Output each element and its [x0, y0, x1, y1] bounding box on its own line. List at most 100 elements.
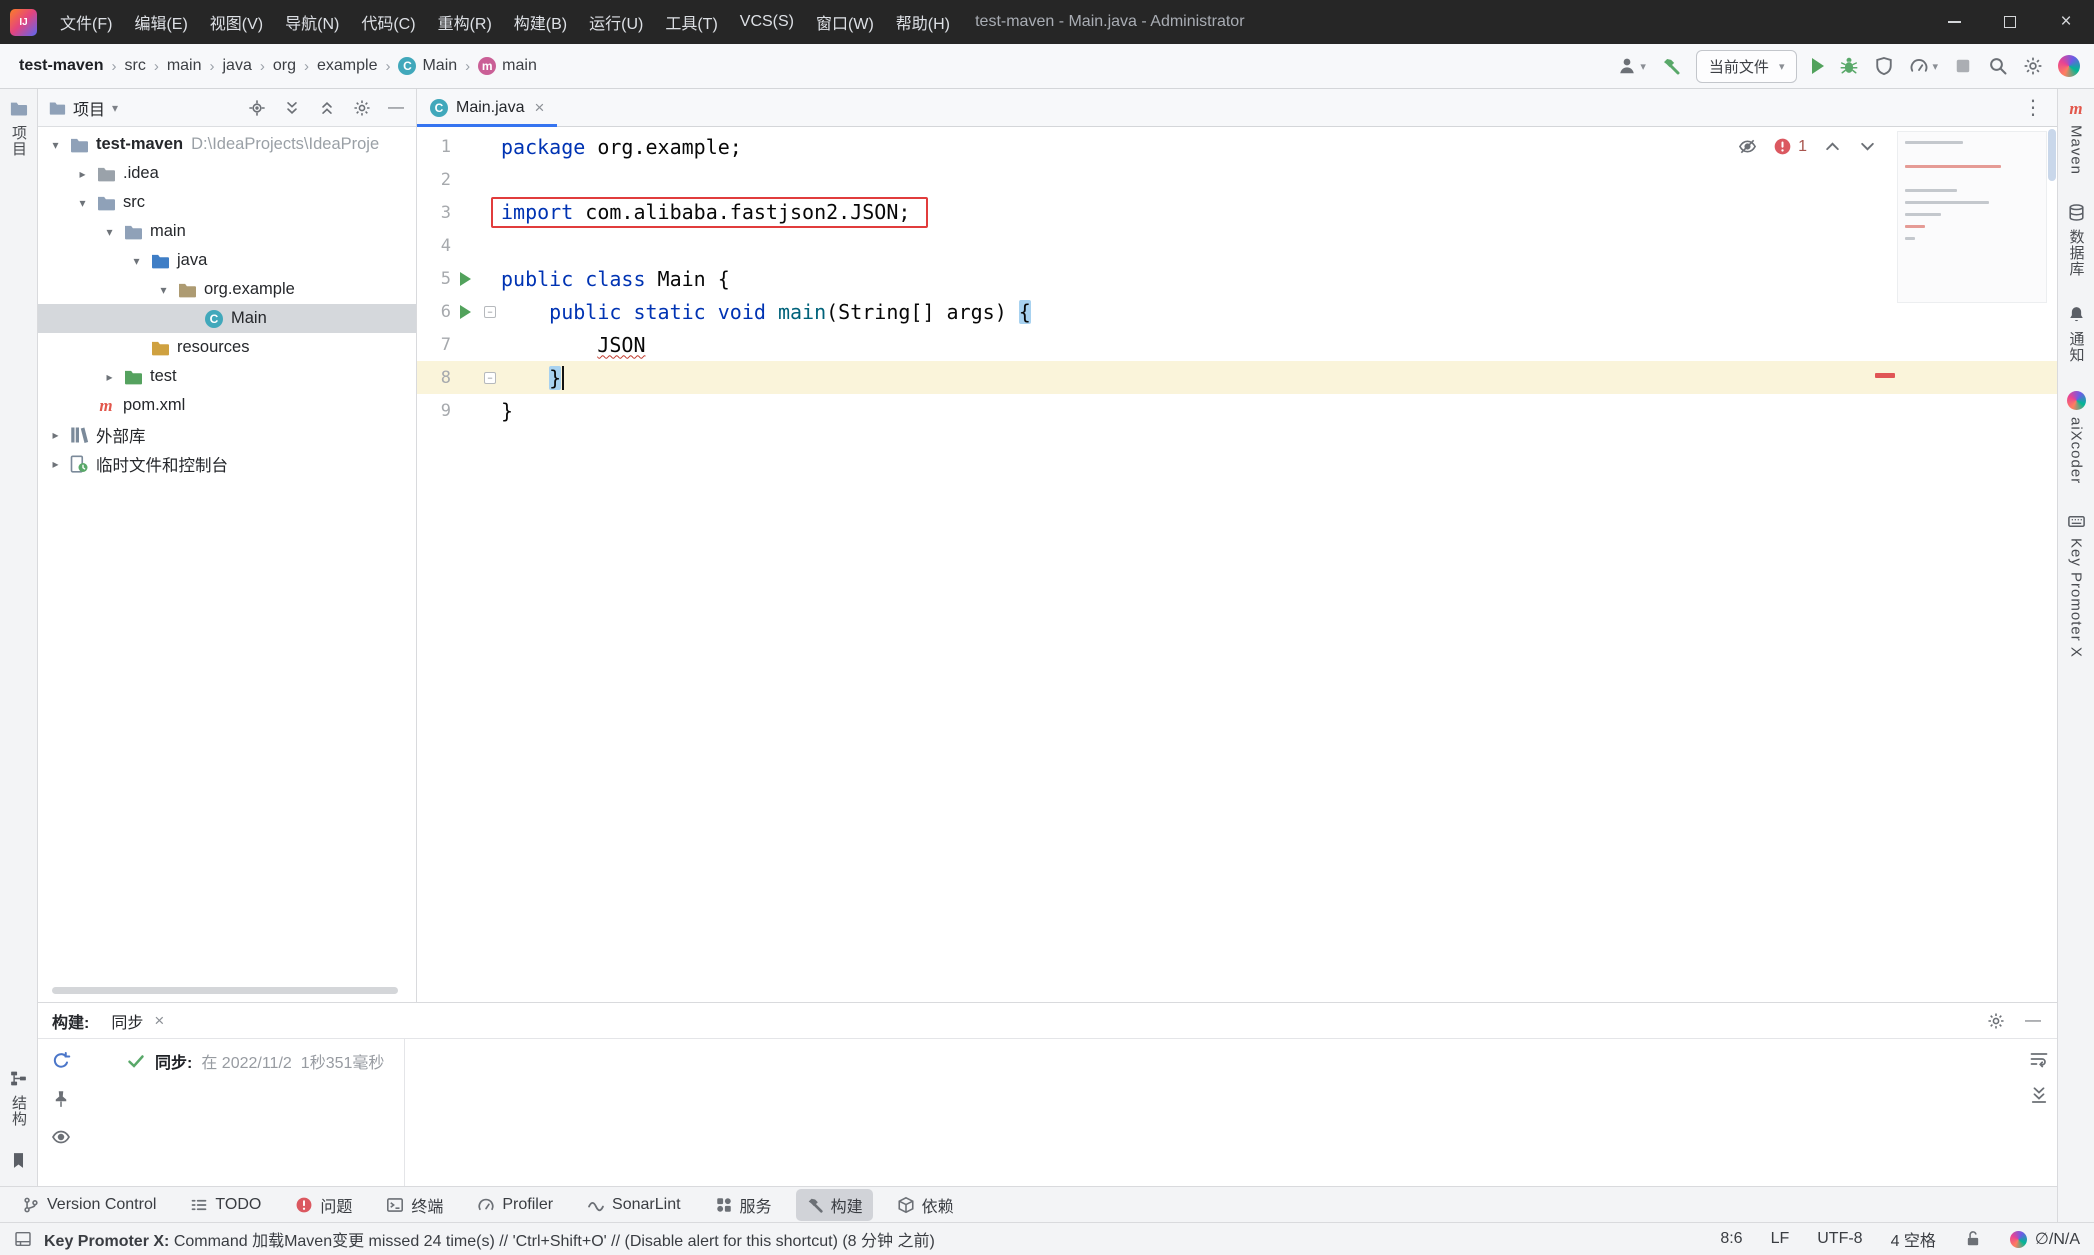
tree-item[interactable]: ▸临时文件和控制台	[38, 449, 416, 478]
tree-chevron-icon[interactable]: ▸	[44, 457, 67, 471]
panel-divider[interactable]	[404, 1039, 405, 1186]
tool-window-button[interactable]: 终端	[376, 1189, 453, 1221]
status-message[interactable]: Key Promoter X: Command 加载Maven变更 missed…	[44, 1227, 935, 1251]
tree-item[interactable]: ▾java	[38, 246, 416, 275]
code-line[interactable]: 2	[417, 163, 2057, 196]
menu-item[interactable]: 文件(F)	[49, 0, 123, 44]
caret-position[interactable]: 8:6	[1720, 1230, 1742, 1248]
tree-item[interactable]: mpom.xml	[38, 391, 416, 420]
tool-window-button[interactable]: Version Control	[12, 1192, 166, 1218]
highlighting-level-icon[interactable]	[1738, 137, 1757, 156]
menu-item[interactable]: 导航(N)	[274, 0, 350, 44]
stripe-project-button[interactable]: 项目	[8, 99, 29, 157]
tree-chevron-icon[interactable]: ▸	[71, 167, 94, 181]
breadcrumb-item[interactable]: CMain	[393, 55, 462, 77]
run-gutter-slot[interactable]	[451, 272, 479, 286]
tree-chevron-icon[interactable]: ▸	[44, 428, 67, 442]
tool-window-button[interactable]: 问题	[285, 1189, 362, 1221]
tab-options-icon[interactable]: ⋮	[2009, 95, 2057, 120]
tool-windows-icon[interactable]	[14, 1230, 32, 1248]
tree-item[interactable]: CMain	[38, 304, 416, 333]
fold-icon[interactable]: −	[484, 306, 496, 318]
tree-item[interactable]: ▾main	[38, 217, 416, 246]
indent-style[interactable]: 4 空格	[1891, 1227, 1936, 1251]
coverage-button[interactable]	[1874, 56, 1894, 76]
menu-item[interactable]: 视图(V)	[199, 0, 274, 44]
filter-icon[interactable]	[51, 1127, 71, 1147]
tree-chevron-icon[interactable]: ▾	[44, 138, 67, 152]
tree-chevron-icon[interactable]: ▾	[152, 283, 175, 297]
breadcrumb-item[interactable]: test-maven	[14, 55, 108, 77]
tool-window-button[interactable]: 构建	[796, 1189, 873, 1221]
scroll-to-end-icon[interactable]	[2029, 1085, 2049, 1105]
tree-item[interactable]: ▾test-mavenD:\IdeaProjects\IdeaProje	[38, 130, 416, 159]
code-line[interactable]: 9}	[417, 394, 2057, 427]
tool-window-button[interactable]: TODO	[180, 1192, 271, 1218]
menu-item[interactable]: 帮助(H)	[885, 0, 961, 44]
readonly-lock-icon[interactable]	[1964, 1230, 1982, 1248]
tree-chevron-icon[interactable]: ▾	[125, 254, 148, 268]
tree-chevron-icon[interactable]: ▾	[71, 196, 94, 210]
breadcrumb-item[interactable]: org	[268, 55, 301, 77]
code-line[interactable]: 6− public static void main(String[] args…	[417, 295, 2057, 328]
stripe-button[interactable]: aiXcoder	[2067, 391, 2086, 484]
collapse-all-icon[interactable]	[318, 99, 336, 117]
sync-status-row[interactable]: 同步: 在 2022/11/2 1秒351毫秒	[126, 1049, 384, 1073]
next-error-icon[interactable]	[1858, 137, 1877, 156]
tool-window-button[interactable]: SonarLint	[577, 1192, 691, 1218]
soft-wrap-icon[interactable]	[2029, 1049, 2049, 1069]
code-line[interactable]: 4	[417, 229, 2057, 262]
breadcrumb-item[interactable]: java	[218, 55, 257, 77]
breadcrumb-item[interactable]: mmain	[473, 55, 542, 77]
pin-icon[interactable]	[51, 1089, 71, 1109]
tool-window-button[interactable]: 依赖	[887, 1189, 964, 1221]
aixcoder-status[interactable]: ∅/N/A	[2010, 1229, 2080, 1249]
close-tab-icon[interactable]: ×	[534, 98, 544, 118]
tree-item[interactable]: resources	[38, 333, 416, 362]
maximize-button[interactable]	[1982, 0, 2038, 44]
close-tab-icon[interactable]: ×	[154, 1011, 164, 1031]
stripe-bookmarks-button[interactable]	[9, 1151, 28, 1170]
code-line[interactable]: 3import com.alibaba.fastjson2.JSON;	[417, 196, 2057, 229]
menu-item[interactable]: 工具(T)	[654, 0, 728, 44]
tree-item[interactable]: ▾org.example	[38, 275, 416, 304]
editor-scrollbar[interactable]	[2048, 129, 2056, 181]
tool-window-button[interactable]: 服务	[705, 1189, 782, 1221]
user-dropdown[interactable]: ▾	[1617, 56, 1646, 76]
menu-item[interactable]: 代码(C)	[350, 0, 426, 44]
minimize-button[interactable]	[1926, 0, 1982, 44]
code-line[interactable]: 7 JSON	[417, 328, 2057, 361]
locate-file-icon[interactable]	[248, 99, 266, 117]
search-everywhere-button[interactable]	[1988, 56, 2008, 76]
tree-chevron-icon[interactable]: ▸	[98, 370, 121, 384]
tool-window-button[interactable]: Profiler	[467, 1192, 563, 1218]
minimap[interactable]	[1897, 131, 2047, 303]
chevron-down-icon[interactable]: ▾	[112, 101, 118, 115]
menu-item[interactable]: 构建(B)	[503, 0, 578, 44]
fold-gutter-slot[interactable]: −	[479, 306, 501, 318]
debug-button[interactable]	[1839, 56, 1859, 76]
stripe-button[interactable]: mMaven	[2067, 99, 2086, 175]
run-config-selector[interactable]: 当前文件▾	[1696, 50, 1798, 83]
horizontal-scrollbar[interactable]	[52, 987, 398, 994]
plugin-icon[interactable]	[2058, 55, 2080, 77]
line-separator[interactable]: LF	[1771, 1230, 1790, 1248]
build-tab-sync[interactable]: 同步 ×	[111, 1009, 164, 1033]
code-line[interactable]: 8− }	[417, 361, 2057, 394]
breadcrumb-item[interactable]: src	[119, 55, 150, 77]
gear-icon[interactable]	[353, 99, 371, 117]
hide-panel-icon[interactable]: —	[2025, 1012, 2043, 1030]
profiler-button[interactable]: ▾	[1909, 56, 1938, 76]
reload-maven-icon[interactable]	[51, 1051, 71, 1071]
tab-main-java[interactable]: C Main.java ×	[417, 89, 557, 126]
menu-item[interactable]: 重构(R)	[427, 0, 503, 44]
expand-all-icon[interactable]	[283, 99, 301, 117]
run-button[interactable]	[1812, 58, 1824, 74]
run-line-icon[interactable]	[460, 272, 471, 286]
run-line-icon[interactable]	[460, 305, 471, 319]
menu-item[interactable]: 运行(U)	[578, 0, 654, 44]
stripe-button[interactable]: Key Promoter X	[2067, 512, 2086, 658]
file-encoding[interactable]: UTF-8	[1817, 1230, 1862, 1248]
tree-item[interactable]: ▸test	[38, 362, 416, 391]
menu-item[interactable]: 编辑(E)	[123, 0, 198, 44]
